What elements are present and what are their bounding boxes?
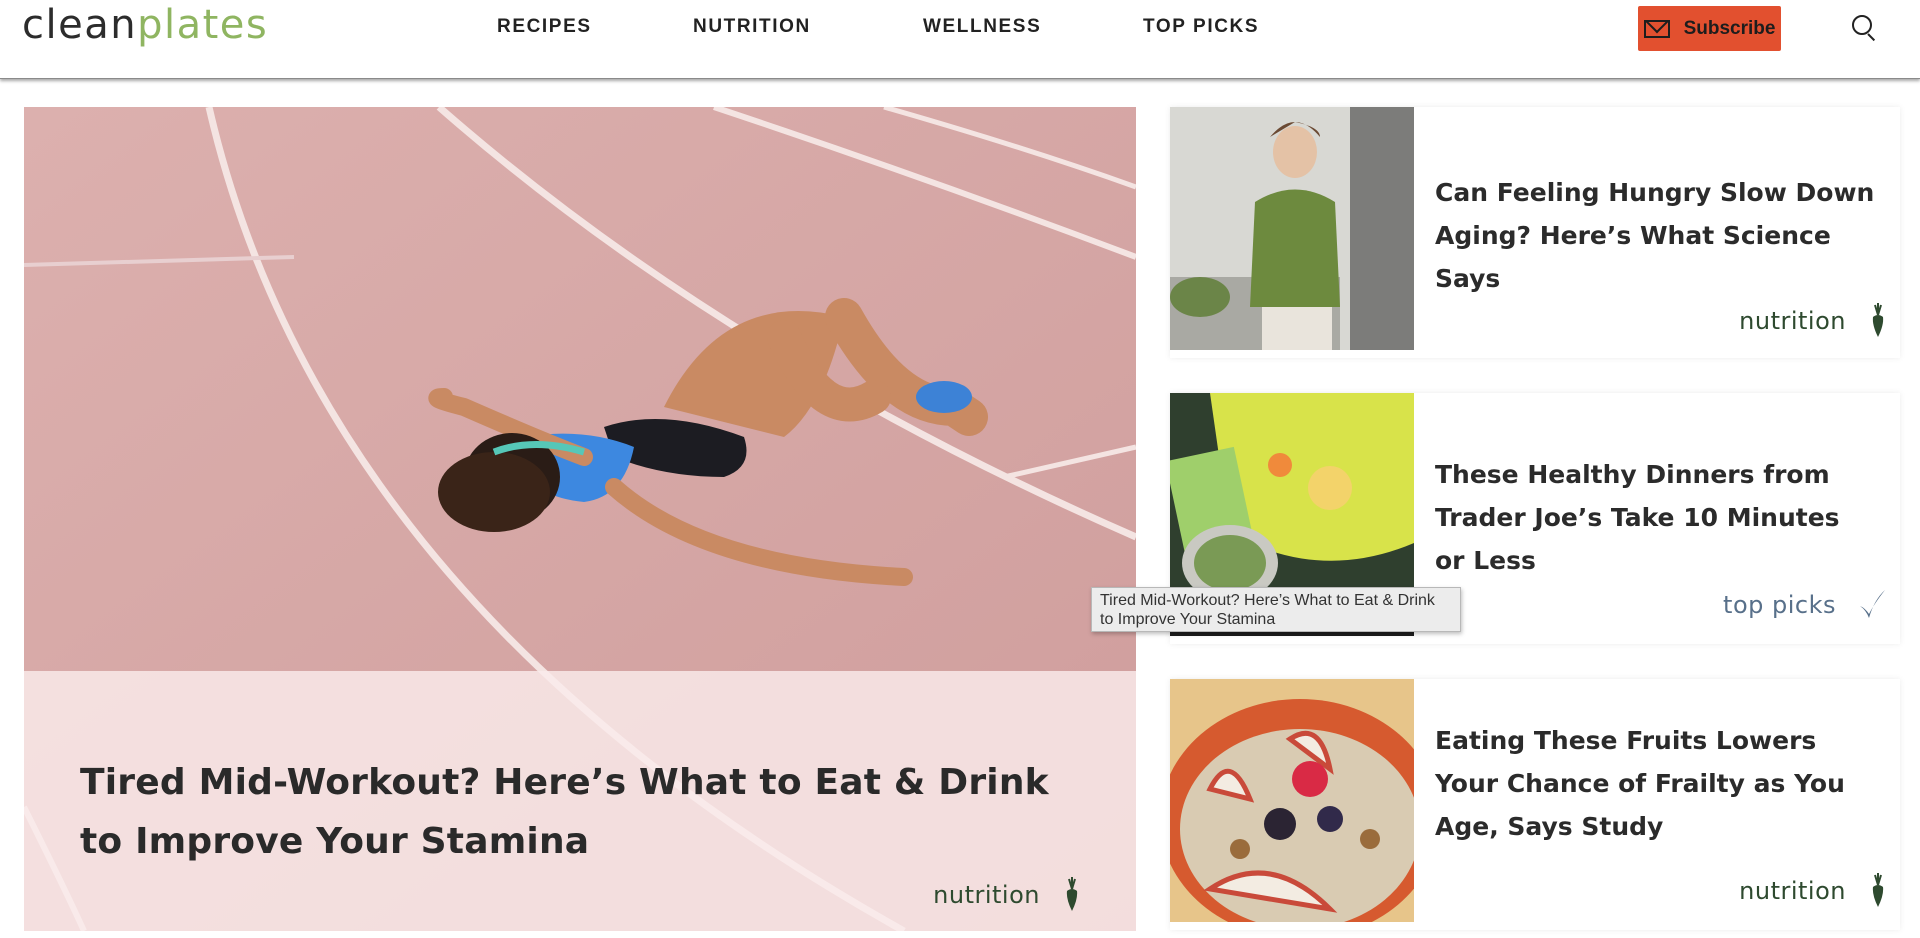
card-title[interactable]: Can Feeling Hungry Slow Down Aging? Here… [1435, 171, 1875, 300]
checkmark-icon [1860, 590, 1885, 618]
card-tag-label: top picks [1723, 591, 1836, 619]
hover-tooltip: Tired Mid-Workout? Here’s What to Eat & … [1091, 587, 1461, 632]
nav-recipes[interactable]: RECIPES [497, 16, 592, 38]
hero-category-tag[interactable]: nutrition [933, 877, 1080, 913]
site-header: cleanplates RECIPES NUTRITION WELLNESS T… [0, 0, 1920, 79]
card-tag-label: nutrition [1739, 877, 1846, 905]
card-title[interactable]: Eating These Fruits Lowers Your Chance o… [1435, 719, 1875, 848]
card-category-tag[interactable]: top picks [1723, 588, 1886, 622]
nav-wellness[interactable]: WELLNESS [923, 16, 1041, 38]
carrot-icon [1872, 303, 1884, 337]
site-logo[interactable]: cleanplates [22, 2, 268, 48]
hero-tag-label: nutrition [933, 881, 1040, 909]
subscribe-button[interactable]: Subscribe [1638, 6, 1781, 51]
card-title[interactable]: These Healthy Dinners from Trader Joe’s … [1435, 453, 1875, 582]
subscribe-label: Subscribe [1683, 17, 1776, 39]
nav-nutrition[interactable]: NUTRITION [693, 16, 811, 38]
nav-top-picks[interactable]: TOP PICKS [1143, 16, 1259, 38]
card-category-tag[interactable]: nutrition [1739, 873, 1886, 909]
card-tag-label: nutrition [1739, 307, 1846, 335]
logo-clean-text: clean [22, 2, 138, 48]
article-card[interactable]: Can Feeling Hungry Slow Down Aging? Here… [1170, 107, 1900, 358]
article-card[interactable]: Eating These Fruits Lowers Your Chance o… [1170, 679, 1900, 930]
mail-icon [1643, 19, 1670, 38]
hero-title[interactable]: Tired Mid-Workout? Here’s What to Eat & … [80, 753, 1060, 871]
thumbnail-woman-kitchen [1170, 107, 1414, 350]
logo-plates-text: plates [137, 2, 269, 48]
hero-article[interactable]: Tired Mid-Workout? Here’s What to Eat & … [24, 107, 1136, 931]
card-category-tag[interactable]: nutrition [1739, 303, 1886, 339]
search-icon[interactable] [1852, 15, 1878, 42]
thumbnail-oatmeal-fruit [1170, 679, 1414, 922]
carrot-icon [1872, 873, 1884, 907]
carrot-icon [1066, 877, 1078, 911]
